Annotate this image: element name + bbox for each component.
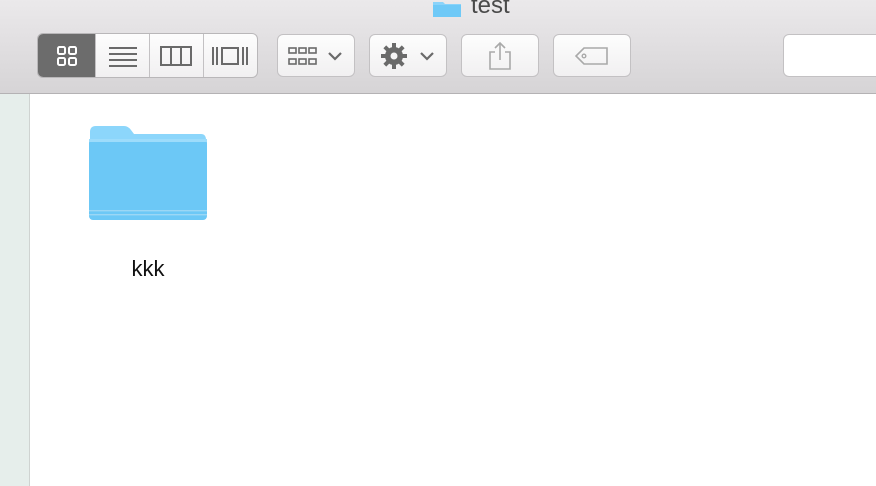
- folder-item[interactable]: kkk: [88, 124, 208, 281]
- icon-view-button[interactable]: [38, 34, 97, 77]
- action-button[interactable]: [369, 34, 447, 77]
- view-mode-control[interactable]: [37, 33, 258, 78]
- arrange-button[interactable]: [277, 34, 355, 77]
- toolbar: test: [0, 0, 876, 94]
- share-icon: [489, 41, 511, 70]
- window-title: test: [432, 0, 510, 20]
- folder-name: kkk: [131, 256, 165, 281]
- share-button[interactable]: [461, 34, 539, 77]
- tags-button[interactable]: [553, 34, 631, 77]
- sidebar: [0, 94, 30, 486]
- list-view-button[interactable]: [96, 34, 150, 77]
- folder-icon[interactable]: [88, 124, 208, 220]
- file-area: kkk: [30, 94, 876, 486]
- column-view-button[interactable]: [150, 34, 204, 77]
- tag-icon: [574, 46, 608, 65]
- window-title-text: test: [471, 0, 510, 19]
- columns-icon: [160, 45, 193, 66]
- arrange-grid-icon: [288, 46, 342, 65]
- cover-flow-icon: [212, 46, 249, 65]
- gear-icon: [381, 42, 434, 69]
- folder-icon: [433, 2, 461, 17]
- grid-icon: [56, 45, 77, 66]
- list-icon: [108, 46, 137, 67]
- search-field[interactable]: [783, 34, 876, 77]
- cover-flow-view-button[interactable]: [204, 34, 258, 77]
